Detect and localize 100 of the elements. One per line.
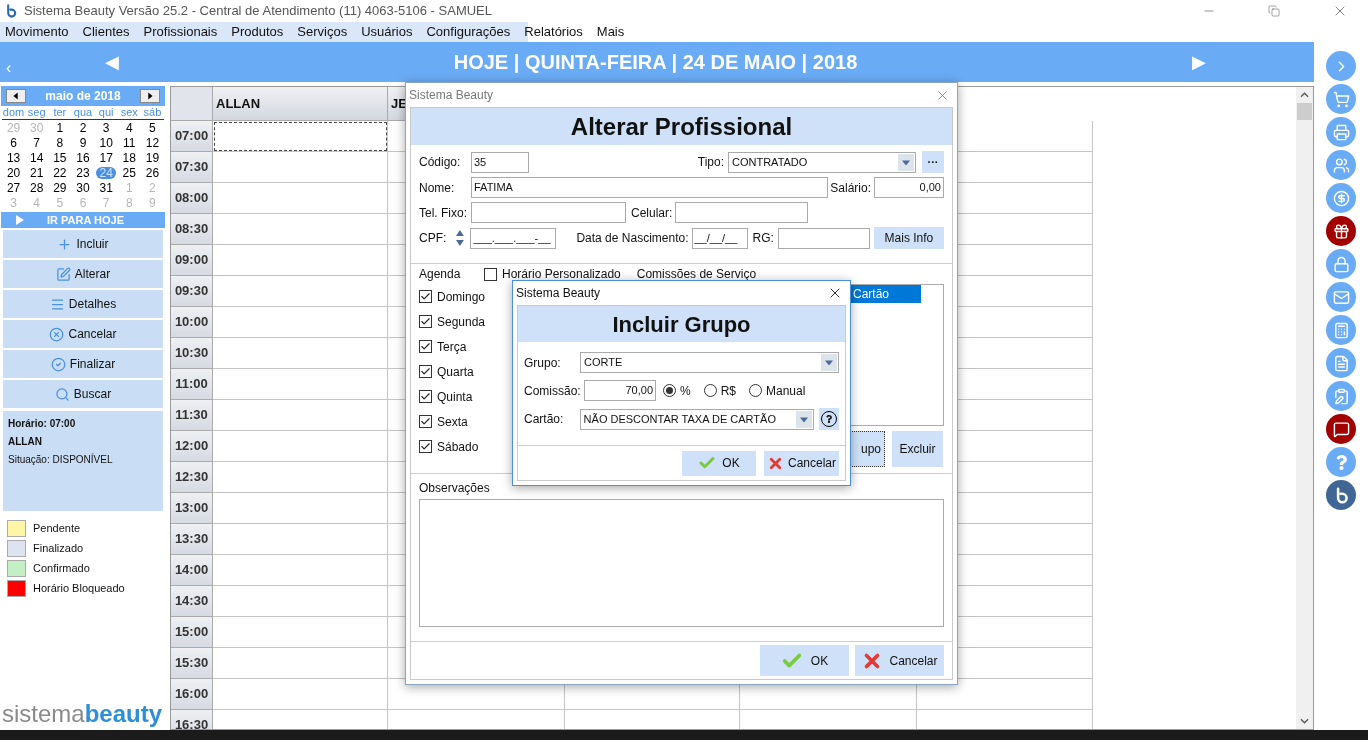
quick-action-button[interactable] [1326,216,1356,246]
action-button[interactable]: Detalhes [3,290,163,318]
scroll-down-icon[interactable] [1300,718,1309,724]
menu-item[interactable]: Relatórios [524,22,583,42]
menu-item[interactable]: Usuários [361,22,413,42]
calendar-day[interactable]: 10 [96,136,116,149]
calendar-day[interactable]: 19 [142,151,163,164]
spinner-icon[interactable] [454,228,465,248]
checkbox[interactable] [419,340,432,353]
checkbox-label: Quarta [437,363,474,381]
delete-button[interactable]: Excluir [892,431,943,467]
next-month-button[interactable] [140,89,160,103]
scroll-up-icon[interactable] [1300,92,1309,98]
radio-label: Manual [766,382,806,400]
time-label: 09:00 [171,245,213,276]
checkbox-label: Terça [437,338,467,356]
menu-item[interactable]: Profissionais [143,22,218,42]
calendar-day[interactable]: 28 [27,181,47,194]
card-select[interactable]: NÃO DESCONTAR TAXA DE CARTÃO [579,408,814,430]
code-field[interactable]: 35 [471,151,529,173]
quick-action-button[interactable] [1326,414,1356,444]
lock-icon [1332,255,1350,273]
calendar-day[interactable]: 2 [76,121,90,134]
calendar-day[interactable]: 23 [73,166,93,179]
calendar-day[interactable]: 8 [53,136,67,149]
radio-button[interactable] [663,384,676,397]
phone-field[interactable] [471,202,626,223]
help-button[interactable] [818,408,839,430]
commission-field[interactable]: 70,00 [584,380,656,401]
type-select[interactable]: CONTRATADO [728,151,916,173]
calendar-day[interactable]: 11 [120,136,139,149]
dialog-heading: Incluir Grupo [518,306,845,342]
calendar-day[interactable]: 17 [96,151,116,164]
calendar-day[interactable]: 12 [142,136,163,149]
checkbox[interactable] [419,440,432,453]
calendar-day[interactable]: 31 [96,181,116,194]
scroll-thumb[interactable] [1297,103,1312,120]
action-button[interactable]: Cancelar [3,320,163,348]
checkbox[interactable] [419,415,432,428]
group-select[interactable]: CORTE [580,352,839,373]
radio-button[interactable] [703,384,717,397]
calendar-day[interactable]: 6 [7,136,20,149]
cpf-field[interactable]: ___.___.___-__ [470,227,557,249]
cancel-button[interactable]: Cancelar [764,450,839,476]
calendar-day[interactable]: 1 [53,121,67,134]
calendar-day[interactable]: 9 [76,136,90,149]
menu-item[interactable]: Serviços [297,22,348,42]
more-button[interactable]: ··· [922,151,944,173]
calendar-day[interactable]: 5 [146,121,159,134]
menu-item[interactable]: Produtos [231,22,284,42]
calendar-day[interactable]: 3 [99,121,113,134]
restore-icon[interactable] [1268,5,1280,17]
radio-button[interactable] [749,384,762,397]
quick-action-button[interactable] [1326,480,1356,510]
menu-item[interactable]: Movimento [5,22,69,42]
calendar-day[interactable]: 21 [27,166,47,179]
more-info-button[interactable]: Mais Info [873,227,944,249]
calendar-day[interactable]: 7 [30,136,44,149]
cancel-button[interactable]: Cancelar [855,645,944,676]
calendar-day[interactable]: 16 [73,151,93,164]
checkbox[interactable] [419,365,432,378]
menu-item[interactable]: Clientes [82,22,130,42]
calendar-day[interactable]: 20 [3,166,24,179]
calendar-day[interactable]: 30 [73,181,93,194]
calendar-day[interactable]: 25 [119,166,139,179]
ok-button[interactable]: OK [682,450,756,476]
time-label: 07:30 [171,152,213,183]
action-button[interactable]: Buscar [3,380,163,408]
ok-button[interactable]: OK [760,645,849,676]
salary-field[interactable]: 0,00 [874,177,944,198]
calendar-day[interactable]: 29 [50,181,70,194]
birthdate-field[interactable]: __/__/__ [691,227,748,249]
menu-item[interactable]: Configurações [426,22,511,42]
mobile-field[interactable] [675,202,809,223]
name-field[interactable]: FATIMA [471,177,828,198]
schedule-slot[interactable] [213,121,388,152]
calendar-day[interactable]: 27 [3,181,24,194]
calendar-day[interactable]: 14 [27,151,47,164]
calendar-day[interactable]: 18 [119,151,139,164]
checkbox[interactable] [484,267,497,281]
slot-professional: ALLAN [8,435,43,449]
rg-field[interactable] [777,227,870,249]
notes-field[interactable] [419,499,944,627]
radio-label: % [680,382,691,400]
calendar-day[interactable]: 22 [50,166,70,179]
field-label: Data de Nascimento: [576,230,689,247]
time-label: 15:30 [171,648,213,679]
checkbox-label: Quinta [437,388,473,406]
calendar-day[interactable]: 4 [122,121,136,134]
action-button[interactable]: Finalizar [3,350,163,378]
menu-item[interactable]: Mais [596,22,625,42]
calendar-day[interactable]: 15 [50,151,70,164]
action-button[interactable]: Incluir [3,230,163,258]
calendar-day[interactable]: 13 [3,151,24,164]
checkbox[interactable] [419,290,432,303]
calendar-day[interactable]: 26 [142,166,163,179]
previous-month-button[interactable] [6,89,26,103]
checkbox[interactable] [419,315,432,328]
action-button[interactable]: Alterar [3,260,163,288]
checkbox[interactable] [419,390,432,403]
